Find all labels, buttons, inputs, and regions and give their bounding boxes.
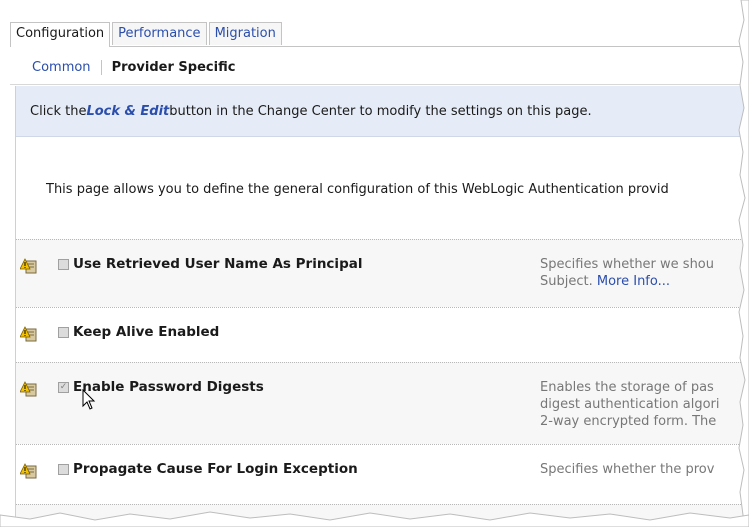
mouse-pointer-icon: [82, 389, 96, 410]
warning-book-icon: [20, 326, 37, 342]
help-text-line: Specifies whether we shou: [540, 257, 715, 272]
torn-edge-bottom: [0, 511, 749, 527]
subtab-divider: [10, 84, 749, 85]
setting-help: Specifies whether the prov: [540, 461, 749, 478]
more-info-link[interactable]: More Info...: [597, 274, 670, 289]
setting-help: Enables the storage of pas digest authen…: [540, 379, 749, 430]
setting-label: Enable Password Digests: [73, 379, 264, 395]
settings-frame: Configuration Performance Migration Comm…: [10, 14, 749, 527]
warning-book-icon: [20, 381, 37, 397]
setting-help: Specifies whether we shou Subject. More …: [540, 256, 749, 290]
lock-edit-link[interactable]: Lock & Edit: [86, 104, 169, 119]
help-text-line: Subject. More Info...: [540, 273, 749, 290]
info-suffix: button in the Change Center to modify th…: [169, 103, 592, 119]
info-prefix: Click the: [30, 103, 87, 119]
help-text-line: 2-way encrypted form. The: [540, 414, 717, 429]
setting-row-propagate-cause: Propagate Cause For Login Exception Spec…: [16, 444, 749, 505]
setting-label: Use Retrieved User Name As Principal: [73, 256, 363, 272]
setting-row-keep-alive-enabled: Keep Alive Enabled: [16, 307, 749, 363]
info-banner: Click the Lock & Edit button in the Chan…: [16, 86, 749, 137]
torn-edge-right: [738, 0, 749, 527]
tab-performance[interactable]: Performance: [112, 22, 207, 45]
tab-configuration[interactable]: Configuration: [10, 22, 111, 47]
warning-book-icon: [20, 463, 37, 479]
help-text-line: Enables the storage of pas: [540, 380, 714, 395]
tab-divider: [10, 46, 749, 47]
tab-migration[interactable]: Migration: [208, 22, 282, 45]
settings-panel: Click the Lock & Edit button in the Chan…: [15, 86, 749, 527]
subtab-bar: Common Provider Specific: [20, 56, 245, 78]
subtab-provider-specific[interactable]: Provider Specific: [100, 59, 246, 75]
enable-password-digests-checkbox[interactable]: ✓: [58, 382, 69, 393]
subtab-common[interactable]: Common: [20, 60, 101, 75]
keep-alive-enabled-checkbox[interactable]: [58, 327, 69, 338]
help-text-line: digest authentication algori: [540, 397, 720, 412]
page-description: This page allows you to define the gener…: [46, 182, 669, 197]
help-text-subject: Subject.: [540, 274, 593, 289]
setting-label: Keep Alive Enabled: [73, 324, 220, 340]
use-retrieved-user-name-checkbox[interactable]: [58, 259, 69, 270]
setting-row-use-retrieved-user-name: Use Retrieved User Name As Principal Spe…: [16, 239, 749, 308]
setting-label: Propagate Cause For Login Exception: [73, 461, 358, 477]
setting-row-enable-password-digests: ✓ Enable Password Digests Enables the st…: [16, 362, 749, 445]
tab-bar: Configuration Performance Migration: [10, 22, 284, 47]
warning-book-icon: [20, 258, 37, 274]
propagate-cause-checkbox[interactable]: [58, 464, 69, 475]
help-text-line: Specifies whether the prov: [540, 462, 715, 477]
